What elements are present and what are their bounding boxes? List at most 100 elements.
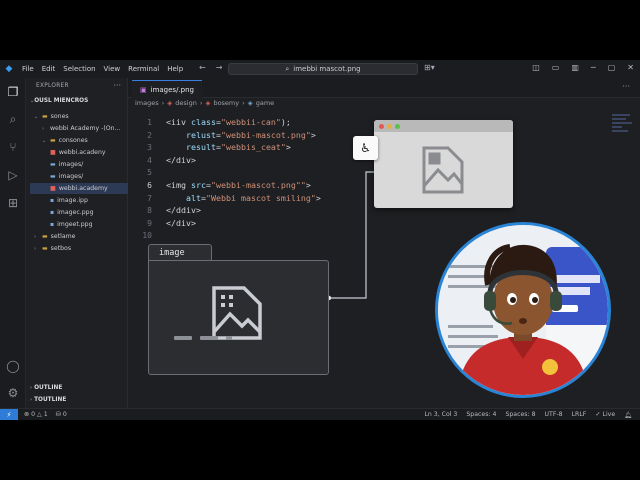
folder-icon: ▬ (42, 233, 48, 240)
explorer-sidebar: EXPLORER ··· ⌄OUSL MIENCROS ⌄ ▬ sones › web… (26, 78, 128, 408)
menu-selection[interactable]: Selection (63, 65, 95, 73)
layout-controls: ◫ ▭ ▥ ─ ▢ ✕ (532, 63, 634, 72)
minimize-icon[interactable]: ─ (591, 63, 596, 72)
ports-status[interactable]: ⛁ 0 (56, 411, 67, 418)
restore-icon[interactable]: ▢ (608, 63, 616, 72)
more-actions-icon[interactable]: ··· (113, 81, 121, 90)
editor-actions-icon[interactable]: ··· (622, 82, 630, 91)
breadcrumb-item[interactable]: bosemy (213, 99, 239, 107)
status-right: Ln 3, Col 3 Spaces: 4 Spaces: 8 UTF-8 LR… (424, 411, 632, 419)
breadcrumb-item[interactable]: design (175, 99, 197, 107)
letterbox-bottom (0, 420, 640, 480)
tree-item-selected[interactable]: ■ webbi.academy (30, 183, 128, 194)
search-icon[interactable]: ⌕ (5, 111, 21, 127)
window-maximize-dot[interactable] (395, 123, 400, 129)
folder-dashes (174, 336, 232, 340)
nav-arrows: ← → (199, 63, 222, 72)
tab-images-png[interactable]: ▣ images/.png (132, 80, 202, 98)
mascot-avatar (438, 225, 608, 395)
extensions-icon[interactable]: ⊞ (5, 195, 21, 211)
image-file-icon (212, 286, 262, 340)
line-number: 3 (147, 143, 152, 153)
file-icon: ◈ (205, 99, 211, 107)
tree-item[interactable]: › ▬ setlame (34, 231, 75, 242)
source-control-icon[interactable]: ⑂ (5, 139, 21, 155)
code-line[interactable]: result="webbis_ceat"> (186, 142, 291, 152)
cursor-position[interactable]: Ln 3, Col 3 (424, 411, 457, 419)
menu-bar: File Edit Selection View Rerminal Help (22, 65, 183, 73)
breadcrumb-item[interactable]: images (135, 99, 159, 107)
code-line[interactable]: <iiv class="webbii-can"); (166, 117, 291, 127)
encoding-status[interactable]: UTF-8 (545, 411, 563, 419)
files-icon[interactable]: ❐ (5, 84, 21, 100)
line-number: 5 (147, 168, 152, 178)
indent-status[interactable]: Spaces: 4 (466, 411, 496, 419)
tree-item[interactable]: › ▬ setbos (34, 243, 71, 254)
indent-status-2[interactable]: Spaces: 8 (505, 411, 535, 419)
tree-item[interactable]: ⌄ ▬ sones (34, 111, 69, 122)
status-bar: ⚡ ⊗ 0 △ 1 ⛁ 0 Ln 3, Col 3 Spaces: 4 Spac… (0, 408, 640, 420)
code-line[interactable]: </div> (166, 155, 196, 165)
folder-icon: ▬ (50, 173, 56, 180)
close-icon[interactable]: ✕ (627, 63, 634, 72)
image-file-icon: ▪ (50, 221, 55, 228)
code-line[interactable]: </div> (166, 218, 196, 228)
menu-edit[interactable]: Edit (42, 65, 56, 73)
tree-item[interactable]: ▬ images/ (50, 171, 83, 182)
file-icon: ■ (50, 149, 56, 156)
mascot-avatar-frame (435, 222, 611, 398)
code-line[interactable]: alt="Webbi mascot smiling"> (186, 193, 321, 203)
run-debug-icon[interactable]: ▷ (5, 167, 21, 183)
folder-label: image (159, 248, 185, 258)
account-icon[interactable]: ◯ (5, 358, 21, 374)
menu-help[interactable]: Help (167, 65, 183, 73)
tree-item[interactable]: ⌄ ▬ consones (42, 135, 88, 146)
line-number: 1 (147, 118, 152, 127)
menu-file[interactable]: File (22, 65, 34, 73)
problems-status[interactable]: ⊗ 0 △ 1 (24, 411, 48, 418)
command-center[interactable]: ⌕ imebbi mascot.png (228, 63, 418, 75)
menu-view[interactable]: View (104, 65, 121, 73)
editor-tabs: ▣ images/.png ··· (128, 78, 640, 98)
tree-item[interactable]: ■ webbi.acadeny (50, 147, 106, 158)
toggle-sidebar-icon[interactable]: ◫ (532, 63, 540, 72)
workspace-section[interactable]: ⌄OUSL MIENCROS (30, 98, 88, 104)
chevron-right-icon: › (161, 99, 165, 107)
menu-terminal[interactable]: Rerminal (128, 65, 159, 73)
minimap[interactable] (612, 112, 634, 152)
timeline-section[interactable]: › TOUTLINE (30, 397, 66, 403)
toggle-panel-icon[interactable]: ▭ (552, 63, 560, 72)
settings-gear-icon[interactable]: ⚙ (5, 385, 21, 401)
copilot-icon[interactable]: ⊞▾ (424, 63, 435, 72)
chevron-right-icon: › (242, 99, 245, 107)
code-line[interactable]: </ddiv> (166, 205, 201, 215)
tree-item[interactable]: ▪ imgeet.ppg (50, 219, 93, 230)
title-bar: ◆ File Edit Selection View Rerminal Help… (0, 60, 640, 78)
forward-arrow-icon[interactable]: → (216, 63, 223, 72)
outline-section[interactable]: › OUTLINE (30, 385, 62, 391)
code-line[interactable]: <img src="webbi-mascot.png""> (166, 180, 311, 190)
layout-icon[interactable]: ▥ (571, 63, 579, 72)
folder-icon: ▬ (50, 137, 56, 144)
breadcrumb-item[interactable]: game (256, 99, 274, 107)
eol-status[interactable]: LRLF (572, 411, 587, 419)
code-line[interactable]: relust="webbi-mascot.png"> (186, 130, 316, 140)
file-icon: ◈ (167, 99, 173, 107)
line-number: 7 (147, 193, 152, 203)
back-arrow-icon[interactable]: ← (199, 63, 206, 72)
notifications-bell-icon[interactable]: 🔔︎ (624, 411, 632, 419)
image-file-icon: ▪ (50, 209, 55, 216)
line-number: 10 (142, 231, 152, 241)
folder-icon: ▬ (42, 113, 48, 120)
window-close-dot[interactable] (379, 123, 384, 129)
window-minimize-dot[interactable] (387, 123, 392, 129)
tree-item[interactable]: ▪ image.ipp (50, 195, 88, 206)
tree-item[interactable]: › webbi Academy -(On... (42, 123, 120, 134)
remote-icon[interactable]: ⚡ (0, 409, 18, 420)
status-left: ⊗ 0 △ 1 ⛁ 0 (24, 411, 67, 418)
symbol-icon: ◈ (247, 99, 253, 107)
live-server-status[interactable]: ✓ Live (595, 411, 615, 419)
letterbox-top (0, 0, 640, 60)
tree-item[interactable]: ▬ images/ (50, 159, 83, 170)
tree-item[interactable]: ▪ imagec.ppg (50, 207, 94, 218)
